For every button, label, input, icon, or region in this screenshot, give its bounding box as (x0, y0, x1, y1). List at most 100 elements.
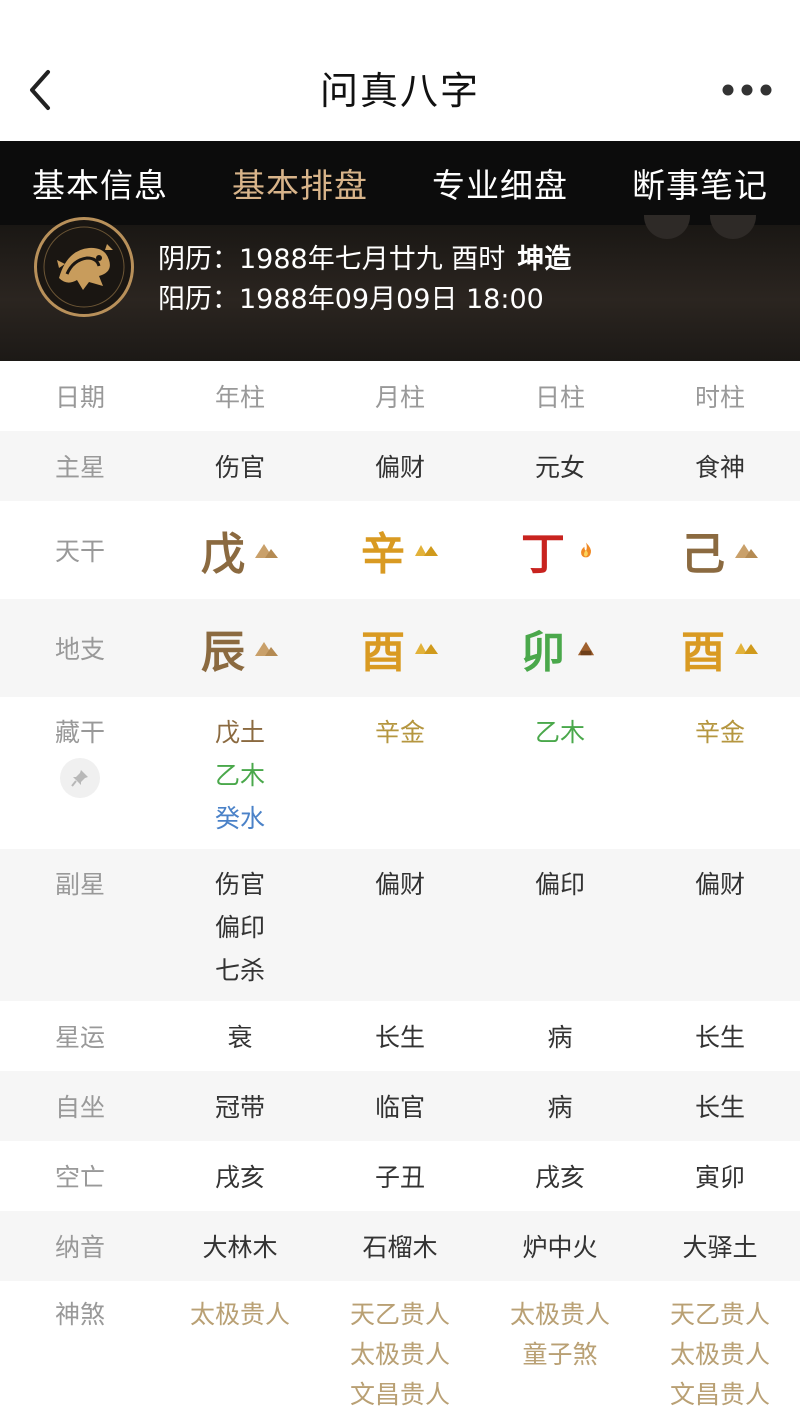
table-cell: 偏印 (480, 849, 640, 1001)
table-cell: 戌亥 (214, 1163, 265, 1192)
row-label-cell: 副星 (0, 849, 160, 1001)
sub-star: 偏财 (374, 870, 425, 899)
lunar-date: 阴历：1988年七月廿九 酉时 坤造 (158, 237, 571, 276)
header-button[interactable] (710, 215, 756, 239)
table-row-self-seat: 自坐 冠带 临官 病 长生 (0, 1071, 800, 1141)
row-label: 主星 (54, 453, 105, 482)
shensha-item[interactable]: 文昌贵人 (670, 1375, 770, 1415)
lunar-value: 1988年七月廿九 酉时 (239, 244, 506, 275)
table-cell: 病 (547, 1023, 573, 1052)
shensha-item[interactable]: 文昌贵人 (350, 1375, 450, 1415)
table-row-hidden-stems: 藏干 戊土 乙木 癸水 辛金 乙木 辛金 (0, 697, 800, 849)
tab-professional-chart[interactable]: 专业细盘 (400, 141, 600, 225)
pin-button[interactable] (60, 758, 100, 798)
earth-icon (735, 544, 758, 558)
zodiac-dragon-avatar (34, 217, 134, 317)
table-cell: 戊土 乙木 癸水 (160, 697, 320, 849)
shensha-item[interactable]: 太极贵人 (350, 1335, 450, 1375)
stem-char: 戊 (201, 529, 245, 580)
stem-cell: 己 (640, 501, 800, 599)
table-cell: 大林木 (202, 1233, 278, 1262)
stem-cell: 辛 (320, 501, 480, 599)
stem-char: 丁 (521, 529, 565, 580)
more-dots-icon (722, 84, 772, 96)
header-button[interactable] (644, 215, 690, 239)
more-button[interactable] (720, 80, 776, 100)
solar-label: 阳历： (158, 284, 239, 315)
hidden-stem: 戊土 (214, 718, 265, 747)
metal-icon (415, 643, 438, 654)
table-cell: 病 (547, 1093, 573, 1122)
solar-value: 1988年09月09日 18:00 (239, 284, 544, 315)
tab-bar: 基本信息 基本排盘 专业细盘 断事笔记 (0, 141, 800, 225)
column-header: 月柱 (374, 383, 425, 412)
table-cell: 衰 (227, 1023, 253, 1052)
table-cell: 寅卯 (694, 1163, 745, 1192)
row-label: 副星 (54, 870, 105, 899)
tab-notes[interactable]: 断事笔记 (600, 141, 800, 225)
shensha-item[interactable]: 太极贵人 (670, 1335, 770, 1375)
column-header: 日期 (54, 383, 105, 412)
tab-basic-info[interactable]: 基本信息 (0, 141, 200, 225)
metal-icon (415, 545, 438, 556)
stem-char: 辛 (361, 529, 405, 580)
table-cell: 伤官 (214, 453, 265, 482)
table-row-nayin: 纳音 大林木 石榴木 炉中火 大驿土 (0, 1211, 800, 1281)
column-header: 日柱 (534, 383, 585, 412)
branch-cell: 卯 (480, 599, 640, 697)
table-cell: 炉中火 (522, 1233, 598, 1262)
column-header: 时柱 (694, 383, 745, 412)
shensha-item[interactable]: 天乙贵人 (350, 1295, 450, 1335)
table-cell: 偏财 (374, 453, 425, 482)
sub-star: 七杀 (214, 956, 265, 985)
branch-char: 辰 (201, 627, 245, 678)
table-cell: 长生 (374, 1023, 425, 1052)
stem-char: 己 (681, 529, 725, 580)
bazi-table: 日期 年柱 月柱 日柱 时柱 主星 伤官 偏财 元女 食神 天干 戊 辛 丁 己… (0, 361, 800, 1422)
table-cell: 太极贵人 童子煞 (480, 1281, 640, 1422)
row-label: 天干 (54, 537, 105, 566)
table-row-star-fortune: 星运 衰 长生 病 长生 (0, 1001, 800, 1071)
sub-star: 偏财 (694, 870, 745, 899)
shensha-item[interactable]: 太极贵人 (510, 1295, 610, 1335)
table-row-main-star: 主星 伤官 偏财 元女 食神 (0, 431, 800, 501)
table-row-shensha: 神煞 太极贵人 天乙贵人 太极贵人 文昌贵人 太极贵人 童子煞 天乙贵人 太极贵… (0, 1281, 800, 1422)
row-label: 星运 (54, 1023, 105, 1052)
hidden-stem: 乙木 (534, 718, 585, 747)
table-cell: 偏财 (640, 849, 800, 1001)
table-row-heavenly-stem: 天干 戊 辛 丁 己 (0, 501, 800, 599)
top-nav-bar: 问真八字 (0, 0, 800, 141)
hidden-stem: 乙木 (214, 761, 265, 790)
shensha-item[interactable]: 太极贵人 (190, 1295, 290, 1335)
metal-icon (735, 643, 758, 654)
table-header-row: 日期 年柱 月柱 日柱 时柱 (0, 361, 800, 431)
page-title: 问真八字 (319, 69, 480, 113)
row-label: 纳音 (54, 1233, 105, 1262)
row-label: 地支 (54, 635, 105, 664)
sub-star: 伤官 (214, 870, 265, 899)
table-row-earthly-branch: 地支 辰 酉 卯 酉 (0, 599, 800, 697)
table-cell: 大驿土 (682, 1233, 758, 1262)
row-label-cell: 神煞 (0, 1281, 160, 1422)
row-label-cell: 藏干 (0, 697, 160, 849)
solar-date: 阳历：1988年09月09日 18:00 (158, 277, 544, 316)
shensha-item[interactable]: 天乙贵人 (670, 1295, 770, 1335)
branch-cell: 酉 (320, 599, 480, 697)
table-cell: 元女 (534, 453, 585, 482)
fire-icon (581, 542, 592, 558)
row-label: 神煞 (54, 1300, 105, 1329)
tab-basic-chart[interactable]: 基本排盘 (200, 141, 400, 225)
hidden-stem: 辛金 (374, 718, 425, 747)
earth-icon (255, 544, 278, 558)
branch-cell: 酉 (640, 599, 800, 697)
table-cell: 长生 (694, 1093, 745, 1122)
table-cell: 辛金 (320, 697, 480, 849)
profile-header: 阴历：1988年七月廿九 酉时 坤造 阳历：1988年09月09日 18:00 (0, 215, 800, 361)
pin-icon (71, 770, 88, 787)
stem-cell: 丁 (480, 501, 640, 599)
shensha-item[interactable]: 童子煞 (522, 1335, 597, 1375)
table-cell: 天乙贵人 太极贵人 文昌贵人 (320, 1281, 480, 1422)
table-cell: 辛金 (640, 697, 800, 849)
row-label: 空亡 (54, 1163, 105, 1192)
table-cell: 石榴木 (362, 1233, 438, 1262)
